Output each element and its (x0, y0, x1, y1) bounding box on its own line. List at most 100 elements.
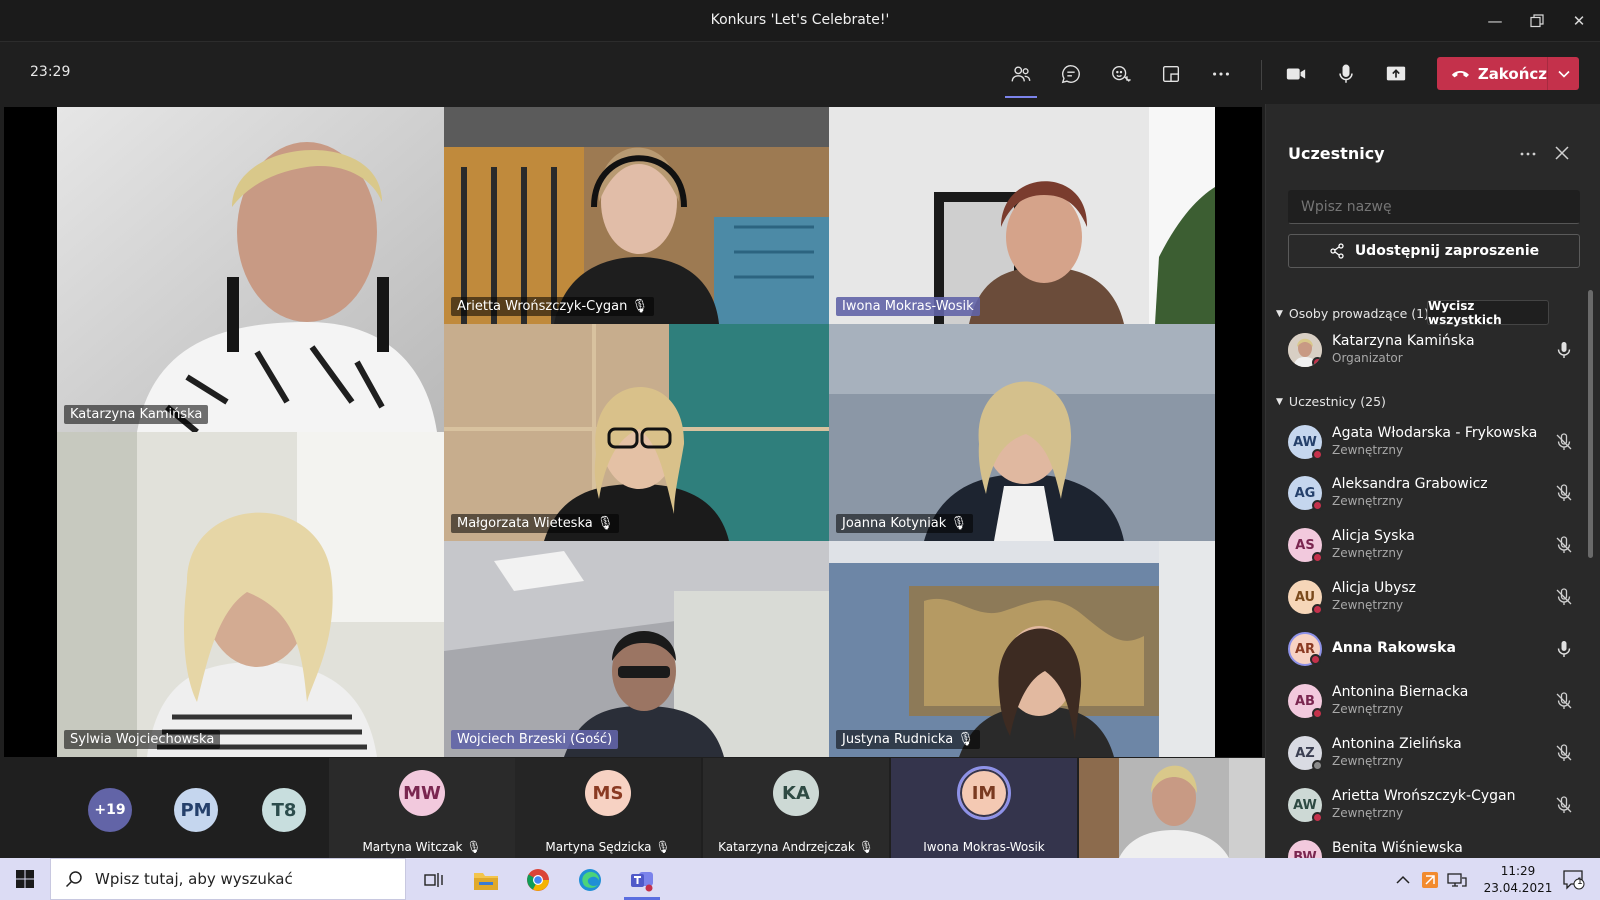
video-tile[interactable]: Katarzyna Kamińska (57, 107, 444, 432)
overflow-count-button[interactable]: +19 (88, 788, 132, 832)
microphone-icon[interactable] (1328, 56, 1364, 92)
presence-busy-icon (1312, 357, 1322, 367)
video-tile[interactable]: Joanna Kotyniak 🎙 (829, 324, 1215, 541)
participant-name: Anna Rakowska (1332, 640, 1456, 656)
muted-mic-icon: 🎙 (655, 840, 671, 854)
presenters-section-header[interactable]: ▼ Osoby prowadzące (1) (1276, 306, 1429, 321)
muted-mic-icon[interactable] (1554, 587, 1574, 607)
participant-row[interactable]: AW Arietta Wrońszczyk-Cygan Zewnętrzny (1266, 780, 1586, 830)
chevron-down-icon[interactable] (1547, 57, 1579, 90)
participant-row[interactable]: AG Aleksandra Grabowicz Zewnętrzny (1266, 468, 1586, 518)
close-window-icon[interactable]: ✕ (1560, 8, 1598, 34)
muted-mic-icon: 🎙 (631, 299, 649, 314)
strip-tile[interactable]: IM Iwona Mokras-Wosik (891, 758, 1077, 858)
presence-offline-icon (1312, 760, 1323, 771)
presence-busy-icon (1312, 500, 1323, 511)
reactions-icon[interactable] (1103, 56, 1139, 92)
task-view-icon[interactable] (412, 864, 456, 896)
chevron-down-icon: ▼ (1276, 396, 1283, 407)
participant-role: Zewnętrzny (1332, 494, 1404, 508)
muted-mic-icon[interactable] (1554, 432, 1574, 452)
file-explorer-icon[interactable] (464, 864, 508, 896)
strip-tile[interactable]: MS Martyna Sędzicka 🎙 (515, 758, 701, 858)
muted-mic-icon[interactable] (1554, 483, 1574, 503)
participant-search-input[interactable] (1288, 190, 1580, 224)
panel-close-icon[interactable] (1553, 144, 1575, 164)
participant-role: Organizator (1332, 351, 1403, 365)
self-view-tile[interactable] (1079, 758, 1265, 858)
avatar: AZ (1288, 736, 1323, 771)
participant-row[interactable]: Katarzyna Kamińska Organizator (1266, 325, 1586, 375)
windows-start-icon[interactable] (3, 863, 47, 895)
tray-app-icon[interactable] (1416, 864, 1444, 896)
participant-row[interactable]: AW Agata Włodarska - Frykowska Zewnętrzn… (1266, 417, 1586, 467)
strip-tile[interactable]: MW Martyna Witczak 🎙 (329, 758, 515, 858)
muted-mic-icon: 🎙 (596, 516, 614, 531)
avatar[interactable]: T8 (262, 788, 306, 832)
participant-role: Zewnętrzny (1332, 598, 1404, 612)
participant-row[interactable]: AU Alicja Ubysz Zewnętrzny (1266, 572, 1586, 622)
taskbar-clock[interactable]: 11:29 23.04.2021 (1478, 864, 1558, 895)
presence-busy-icon (1312, 708, 1323, 719)
avatar[interactable]: PM (174, 788, 218, 832)
taskbar-search-box[interactable]: Wpisz tutaj, aby wyszukać (50, 858, 406, 900)
teams-icon[interactable] (620, 864, 664, 900)
camera-icon[interactable] (1278, 56, 1314, 92)
microphone-icon[interactable] (1554, 340, 1574, 360)
chevron-up-icon[interactable] (1388, 864, 1418, 896)
video-tile[interactable]: Sylwia Wojciechowska (57, 432, 444, 757)
chat-icon[interactable] (1053, 56, 1089, 92)
participant-name: Iwona Mokras-Wosik (836, 297, 980, 316)
restore-icon[interactable] (1518, 8, 1556, 34)
breakout-rooms-icon[interactable] (1153, 56, 1189, 92)
participant-name: Martyna Witczak 🎙 (362, 840, 482, 854)
muted-mic-icon[interactable] (1554, 795, 1574, 815)
participant-row[interactable]: AS Alicja Syska Zewnętrzny (1266, 520, 1586, 570)
video-tile[interactable]: Małgorzata Wieteska 🎙 (444, 324, 829, 541)
meeting-timer: 23:29 (30, 64, 71, 80)
participant-row[interactable]: AR Anna Rakowska (1266, 624, 1586, 674)
minimize-icon[interactable]: — (1476, 8, 1514, 34)
chrome-icon[interactable] (516, 864, 560, 896)
video-tile[interactable]: Wojciech Brzeski (Gość) (444, 541, 829, 757)
window-titlebar: Konkurs 'Let's Celebrate!' — ✕ (0, 0, 1600, 42)
end-call-button[interactable]: Zakończ (1437, 57, 1579, 90)
panel-more-icon[interactable] (1518, 144, 1542, 164)
attendees-section-header[interactable]: ▼ Uczestnicy (25) (1276, 394, 1386, 409)
meeting-toolbar: 23:29 Zakończ (0, 42, 1600, 104)
participant-row[interactable]: BW Benita Wiśniewska (1266, 832, 1586, 858)
participants-icon[interactable] (1003, 56, 1039, 98)
muted-mic-icon[interactable] (1554, 691, 1574, 711)
video-tile[interactable]: Arietta Wrońszczyk-Cygan 🎙 (444, 107, 829, 324)
edge-icon[interactable] (568, 864, 612, 896)
participant-name: Benita Wiśniewska (1332, 840, 1463, 856)
panel-scrollbar[interactable] (1588, 290, 1593, 558)
mute-all-button[interactable]: Wycisz wszystkich (1427, 299, 1549, 327)
participant-name: Iwona Mokras-Wosik (923, 840, 1045, 854)
participant-name: Agata Włodarska - Frykowska (1332, 425, 1538, 441)
search-icon (65, 871, 82, 888)
avatar: MS (585, 770, 631, 816)
participant-row[interactable]: AZ Antonina Zielińska Zewnętrzny (1266, 728, 1586, 778)
self-view-video (1079, 758, 1265, 858)
windows-taskbar: Wpisz tutaj, aby wyszukać 11:29 23.04.20… (0, 858, 1600, 900)
network-icon[interactable] (1442, 864, 1472, 896)
participant-name: Katarzyna Kamińska (64, 405, 209, 424)
share-invite-button[interactable]: Udostępnij zaproszenie (1288, 234, 1580, 268)
section-label: Uczestnicy (25) (1288, 394, 1386, 409)
participant-name: Katarzyna Andrzejczak 🎙 (718, 840, 874, 854)
muted-mic-icon[interactable] (1554, 743, 1574, 763)
muted-mic-icon[interactable] (1554, 535, 1574, 555)
panel-title: Uczestnicy (1288, 144, 1385, 163)
share-screen-icon[interactable] (1378, 56, 1414, 92)
notifications-icon[interactable]: 1 (1556, 864, 1592, 896)
microphone-icon[interactable] (1554, 639, 1574, 659)
participant-video (444, 324, 829, 541)
video-tile[interactable]: Iwona Mokras-Wosik (829, 107, 1215, 324)
video-tile[interactable]: Justyna Rudnicka 🎙 (829, 541, 1215, 757)
participant-name: Martyna Sędzicka 🎙 (545, 840, 671, 854)
participant-row[interactable]: AB Antonina Biernacka Zewnętrzny (1266, 676, 1586, 726)
notifications-count: 1 (1577, 877, 1583, 887)
more-actions-icon[interactable] (1203, 56, 1239, 92)
strip-tile[interactable]: KA Katarzyna Andrzejczak 🎙 (703, 758, 889, 858)
